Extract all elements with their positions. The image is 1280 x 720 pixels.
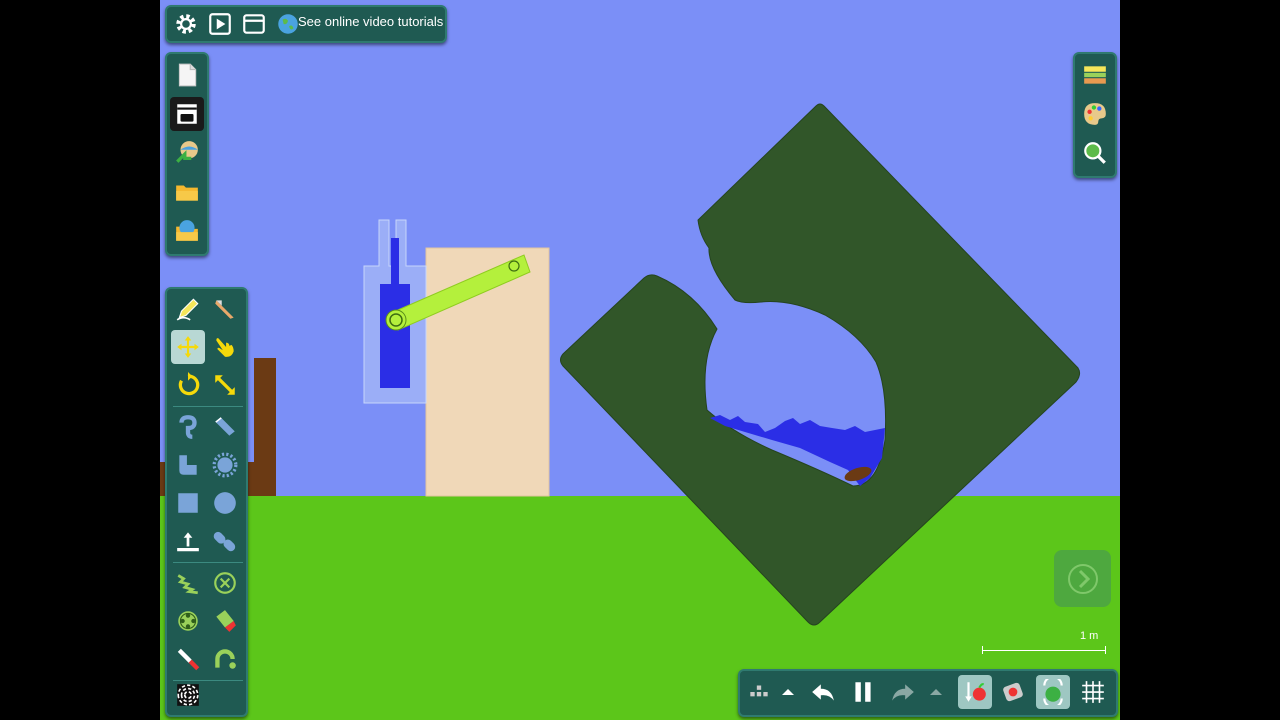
tracer-tool-icon[interactable] (208, 642, 242, 676)
cut-tool-icon[interactable] (208, 292, 242, 326)
chain-tool-icon[interactable] (208, 524, 242, 558)
scale-label: 1 m (1080, 630, 1099, 642)
sketch-tool-icon[interactable] (171, 292, 205, 326)
tutorials-link[interactable]: See online video tutorials (298, 14, 443, 29)
thruster-tool-icon[interactable] (208, 604, 242, 638)
air-friction-icon[interactable] (996, 675, 1030, 709)
scale-tool-icon[interactable] (208, 368, 242, 402)
top-bar: See online video tutorials (165, 5, 447, 43)
zoom-icon[interactable] (1078, 136, 1112, 170)
grid-menu-icon[interactable] (742, 675, 776, 709)
fixate-tool-icon[interactable] (208, 566, 242, 600)
tools-separator-2 (173, 562, 243, 563)
pause-icon[interactable] (846, 675, 880, 709)
chevron-right-icon (1067, 563, 1098, 594)
grid-icon[interactable] (1076, 675, 1110, 709)
circle-tool-icon[interactable] (208, 486, 242, 520)
palette-icon[interactable] (1078, 97, 1112, 131)
simulation-stage[interactable] (160, 0, 1120, 720)
rotate-tool-icon[interactable] (171, 368, 205, 402)
plane-tool-icon[interactable] (171, 524, 205, 558)
polygon-tool-icon[interactable] (171, 448, 205, 482)
layers-icon[interactable] (1078, 58, 1112, 92)
scene-objects[interactable] (160, 0, 1120, 720)
playback-bar (738, 669, 1118, 717)
play-icon[interactable] (203, 7, 237, 41)
dark-green-block[interactable] (560, 103, 1081, 626)
undo-icon[interactable] (806, 675, 840, 709)
drag-tool-icon[interactable] (208, 330, 242, 364)
scene-properties-icon[interactable] (170, 97, 204, 131)
new-scene-icon[interactable] (170, 58, 204, 92)
next-button[interactable] (1054, 550, 1111, 607)
scale-bar (982, 646, 1106, 654)
move-tool-icon[interactable] (171, 330, 205, 364)
hinge-tool-icon[interactable] (171, 604, 205, 638)
box-tool-icon[interactable] (171, 486, 205, 520)
texture-tool-icon[interactable] (171, 678, 205, 712)
controller-icon[interactable] (1036, 675, 1070, 709)
open-folder-icon[interactable] (170, 175, 204, 209)
window-icon[interactable] (237, 7, 271, 41)
gear-shape-icon[interactable] (208, 448, 242, 482)
undo-up-icon[interactable] (776, 675, 800, 709)
tools-separator-1 (173, 406, 243, 407)
spring-tool-icon[interactable] (171, 566, 205, 600)
tools-panel (165, 287, 248, 717)
redo-icon[interactable] (886, 675, 920, 709)
brown-post[interactable] (254, 358, 276, 496)
laser-tool-icon[interactable] (171, 642, 205, 676)
redo-up-icon[interactable] (924, 675, 948, 709)
gear-icon[interactable] (169, 7, 203, 41)
online-scenes-icon[interactable] (170, 214, 204, 248)
view-panel (1073, 52, 1117, 178)
download-scene-icon[interactable] (170, 136, 204, 170)
file-panel (165, 52, 209, 256)
brush-tool-icon[interactable] (208, 410, 242, 444)
hook-tool-icon[interactable] (171, 410, 205, 444)
gravity-icon[interactable] (958, 675, 992, 709)
